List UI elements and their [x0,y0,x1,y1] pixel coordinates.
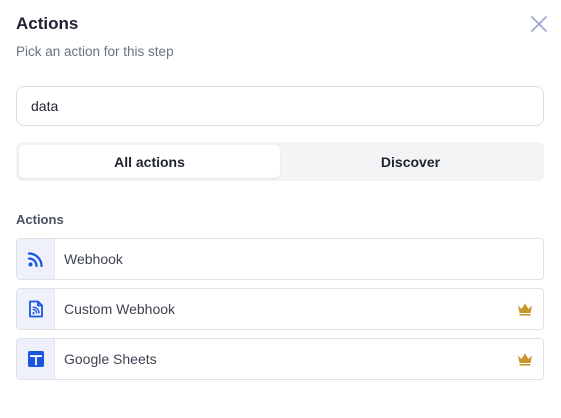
action-label: Custom Webhook [64,301,176,317]
tab-all-actions[interactable]: All actions [19,145,280,178]
search-input[interactable] [31,98,529,114]
section-heading: Actions [16,212,64,227]
rss-document-icon [28,300,43,318]
actions-list: Webhook Custom Webhook Google Sheets [16,238,544,388]
tab-discover[interactable]: Discover [280,145,541,178]
close-icon[interactable] [530,15,548,33]
actions-panel: Actions Pick an action for this step All… [0,0,561,418]
premium-badge [513,302,537,316]
close-button[interactable] [529,14,549,34]
search-box[interactable] [16,86,544,126]
action-label: Webhook [64,251,123,267]
action-label: Google Sheets [64,351,157,367]
action-item-google-sheets[interactable]: Google Sheets [16,338,544,380]
action-item-webhook[interactable]: Webhook [16,238,544,280]
crown-icon [518,353,532,366]
tab-bar: All actions Discover [16,142,544,181]
action-icon-box [17,339,55,379]
action-icon-box [17,239,55,279]
google-sheets-icon [27,351,44,367]
panel-subtitle: Pick an action for this step [16,44,174,59]
action-icon-box [17,289,55,329]
panel-title: Actions [16,14,79,33]
action-item-custom-webhook[interactable]: Custom Webhook [16,288,544,330]
crown-icon [518,303,532,316]
rss-icon [27,252,43,268]
premium-badge [513,352,537,366]
